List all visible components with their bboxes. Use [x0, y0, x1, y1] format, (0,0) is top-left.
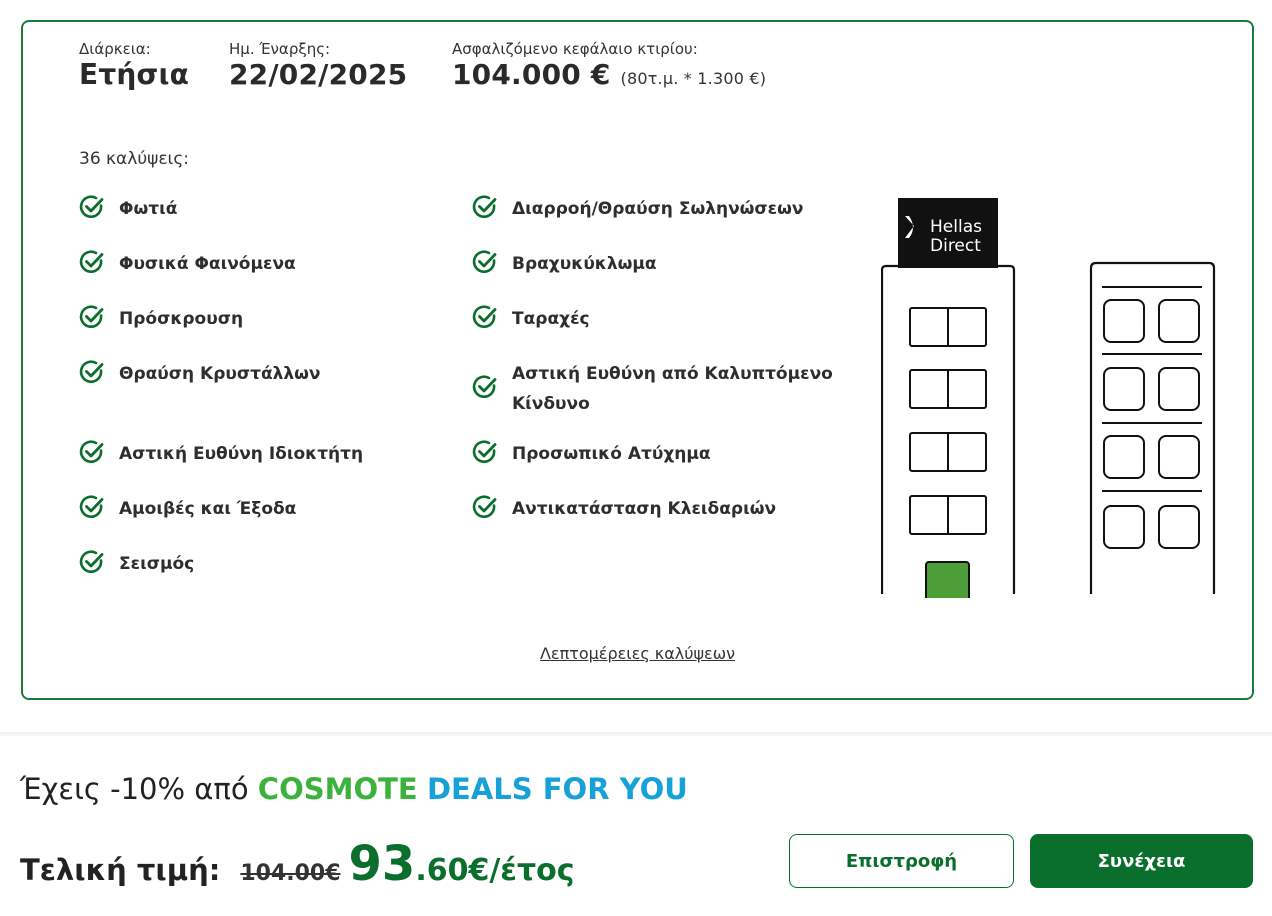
check-circle-icon	[472, 375, 497, 398]
promo-banner: Έχεις -10% από COSMOTE DEALS FOR YOU	[20, 772, 688, 806]
coverage-label: Φυσικά Φαινόμενα	[119, 254, 296, 274]
coverage-label-multiline: Αστική Ευθύνη από Καλυπτόμενο Κίνδυνο	[512, 359, 833, 419]
coverage-label: Διαρροή/Θραύση Σωληνώσεων	[512, 199, 804, 219]
capital-block: Ασφαλιζόμενο κεφάλαιο κτιρίου: 104.000 €…	[452, 40, 766, 91]
coverage-item: Θραύση Κρυστάλλων	[79, 359, 321, 389]
coverage-details-link[interactable]: Λεπτομέρειες καλύψεων	[540, 644, 735, 663]
check-circle-icon	[79, 495, 104, 518]
coverage-item: Αμοιβές και Έξοδα	[79, 494, 296, 524]
check-circle-icon	[472, 440, 497, 463]
coverage-item: Σεισμός	[79, 549, 194, 579]
capital-label: Ασφαλιζόμενο κεφάλαιο κτιρίου:	[452, 40, 698, 58]
check-circle-icon	[472, 250, 497, 273]
capital-value-row: 104.000 € (80τ.μ. * 1.300 €)	[452, 58, 766, 91]
check-circle-icon	[79, 305, 104, 328]
check-circle-icon	[472, 305, 497, 328]
coverage-item: Βραχυκύκλωμα	[472, 249, 657, 279]
coverage-label: Πρόσκρουση	[119, 309, 244, 329]
coverage-item: Διαρροή/Θραύση Σωληνώσεων	[472, 194, 804, 224]
building-illustration: Hellas Direct	[881, 198, 1216, 598]
coverage-label: Θραύση Κρυστάλλων	[119, 364, 321, 384]
coverage-label: Βραχυκύκλωμα	[512, 254, 657, 274]
coverage-label: Φωτιά	[119, 199, 178, 219]
check-circle-icon	[79, 440, 104, 463]
check-circle-icon	[79, 195, 104, 218]
coverage-label: Αμοιβές και Έξοδα	[119, 499, 297, 519]
coverage-label: Ταραχές	[512, 309, 590, 329]
start-date-value: 22/02/2025	[229, 58, 408, 91]
logo-text-line2: Direct	[930, 236, 981, 256]
final-price-cents: .60€/έτος	[415, 853, 575, 888]
coverage-item: Φωτιά	[79, 194, 177, 224]
coverage-label: Αστική Ευθύνη Ιδιοκτήτη	[119, 444, 364, 464]
check-circle-icon	[472, 495, 497, 518]
coverage-label-line: Αστική Ευθύνη από Καλυπτόμενο	[512, 364, 833, 384]
coverage-count: 36 καλύψεις:	[79, 149, 190, 169]
check-circle-icon	[472, 195, 497, 218]
coverage-item: Αστική Ευθύνη Ιδιοκτήτη	[79, 439, 363, 469]
continue-button[interactable]: Συνέχεια	[1030, 834, 1253, 888]
deals-for-you: DEALS FOR YOU	[426, 772, 688, 806]
logo-text-line1: Hellas	[930, 217, 982, 237]
duration-label: Διάρκεια:	[79, 40, 151, 58]
start-date-label: Ημ. Έναρξης:	[229, 40, 331, 58]
policy-summary-card: Διάρκεια: Ετήσια Ημ. Έναρξης: 22/02/2025…	[21, 20, 1254, 700]
coverage-item: Πρόσκρουση	[79, 304, 243, 334]
coverage-details-row: Λεπτομέρειες καλύψεων	[23, 644, 1252, 663]
final-price-main: 93	[348, 836, 416, 892]
check-circle-icon	[79, 360, 104, 383]
check-circle-icon	[79, 550, 104, 573]
capital-value: 104.000 €	[452, 58, 611, 91]
coverage-label: Αντικατάσταση Κλειδαριών	[512, 499, 777, 519]
final-price-row: Τελική τιμή: 104.00€ 93 .60€/έτος	[20, 836, 575, 892]
start-date-block: Ημ. Έναρξης: 22/02/2025	[229, 40, 407, 91]
coverage-label: Προσωπικό Ατύχημα	[512, 444, 711, 464]
coverage-label-line: Κίνδυνο	[512, 394, 590, 414]
coverage-item: Προσωπικό Ατύχημα	[472, 439, 711, 469]
duration-block: Διάρκεια: Ετήσια	[79, 40, 189, 91]
coverage-item: Αστική Ευθύνη από Καλυπτόμενο Κίνδυνο	[472, 359, 833, 419]
coverage-item: Ταραχές	[472, 304, 590, 334]
coverage-item: Φυσικά Φαινόμενα	[79, 249, 296, 279]
old-price: 104.00€	[240, 861, 341, 886]
coverage-label: Σεισμός	[119, 554, 195, 574]
cosmote-brand: COSMOTE	[257, 772, 418, 806]
back-button[interactable]: Επιστροφή	[789, 834, 1014, 888]
promo-prefix: Έχεις -10% από	[20, 772, 249, 806]
final-price-label: Τελική τιμή:	[20, 853, 221, 887]
coverage-item: Αντικατάσταση Κλειδαριών	[472, 494, 776, 524]
duration-value: Ετήσια	[79, 58, 190, 91]
capital-detail: (80τ.μ. * 1.300 €)	[620, 69, 767, 88]
footer-divider	[0, 732, 1272, 736]
check-circle-icon	[79, 250, 104, 273]
